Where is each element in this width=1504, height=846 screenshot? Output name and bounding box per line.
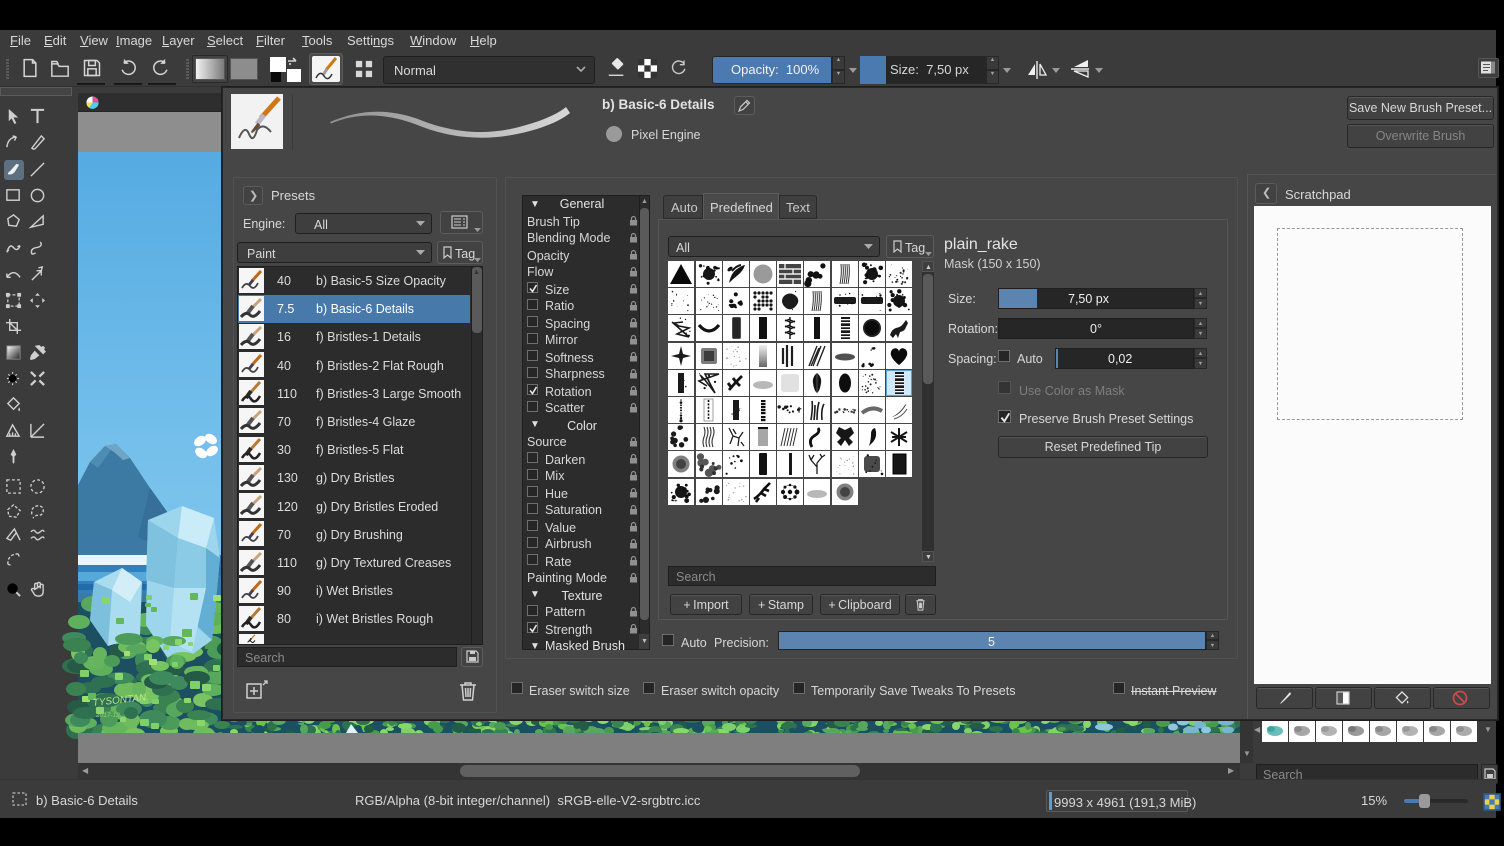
svg-text:2017-12: 2017-12 (95, 712, 120, 719)
